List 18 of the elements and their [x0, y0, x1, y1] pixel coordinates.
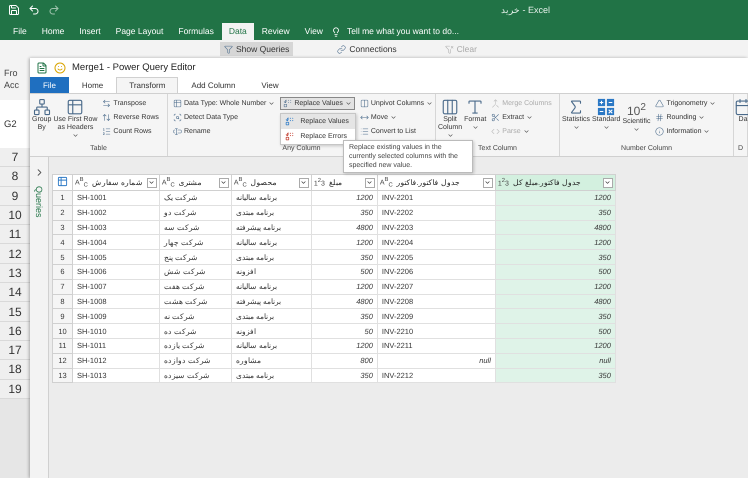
row-header: 11 [0, 225, 30, 244]
window-title: Merge1 - Power Query Editor [72, 62, 196, 73]
ribbon-label: Fro [4, 68, 18, 78]
row-header: 9 [0, 186, 30, 206]
row-header: 10 [0, 206, 30, 226]
row-header: 18 [0, 360, 30, 380]
ribbon-label: Acc [4, 80, 20, 90]
row-header: 13 [0, 264, 30, 284]
row-header: 7 [0, 148, 30, 168]
row-header: 16 [0, 322, 30, 341]
superscript-icon: 10$^{2}$ [626, 98, 646, 118]
row-header: 12 [0, 244, 30, 264]
row-header: 19 [0, 380, 30, 399]
row-header: 8 [0, 167, 30, 187]
row-header: 15 [0, 302, 30, 322]
window-title: خرید - Excel [500, 5, 550, 15]
row-header: 17 [0, 340, 30, 360]
row-header: 14 [0, 283, 30, 302]
